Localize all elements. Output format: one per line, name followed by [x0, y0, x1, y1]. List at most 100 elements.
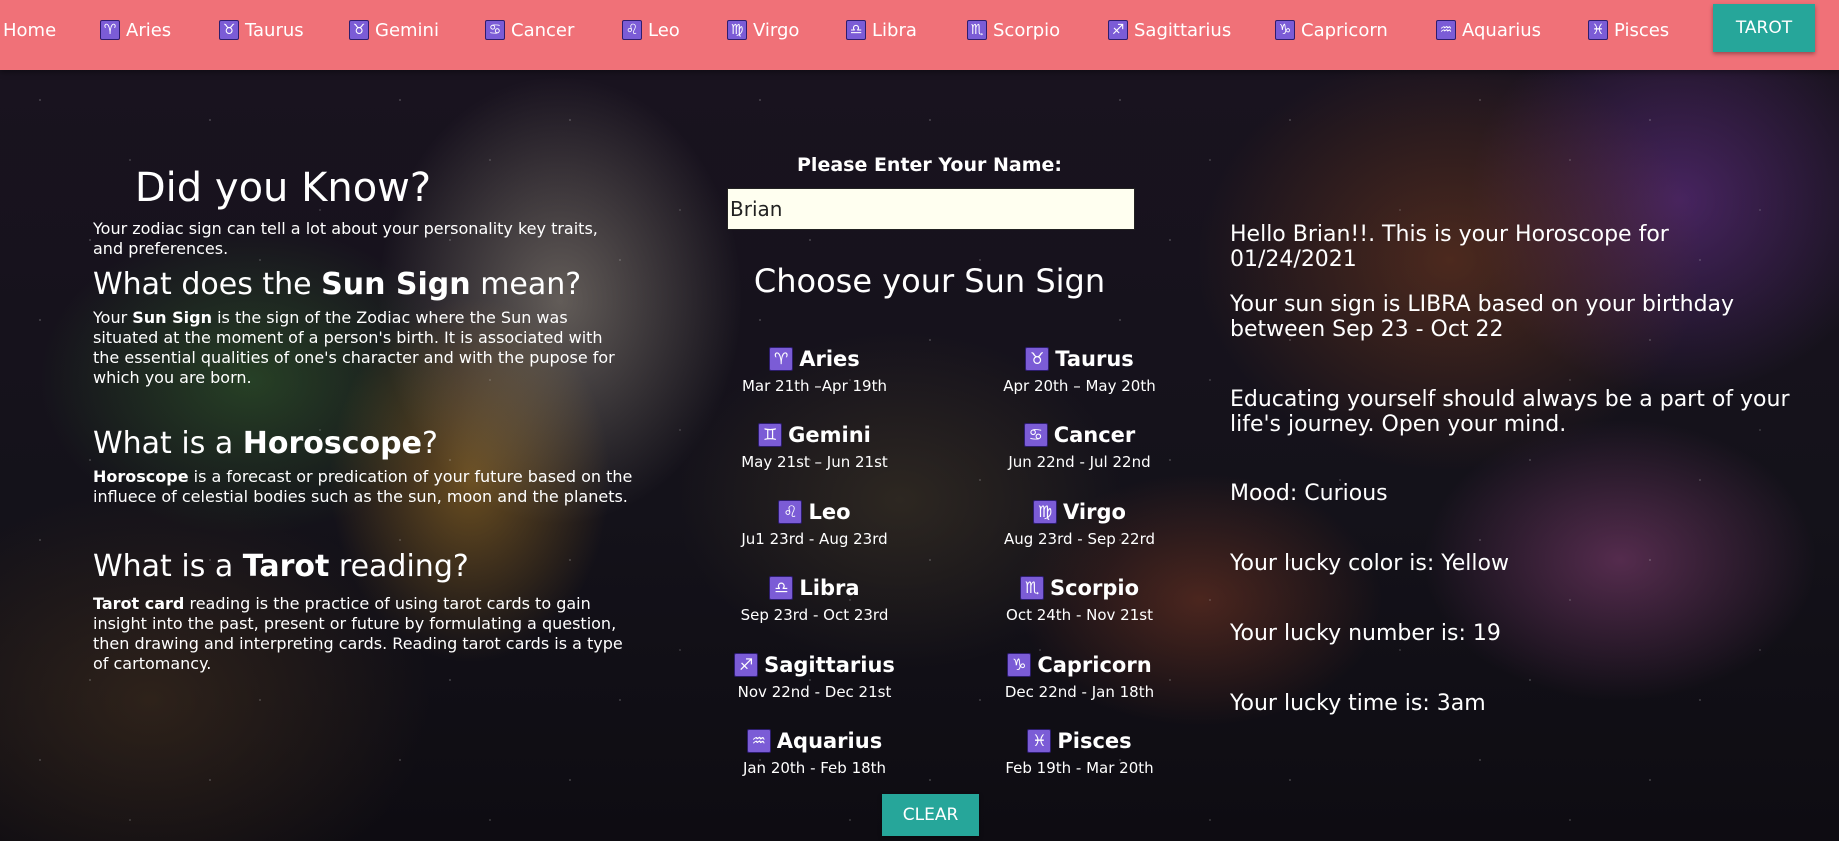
- para-text: Your: [93, 308, 133, 327]
- mood-text: Mood: Curious: [1230, 481, 1388, 506]
- sign-dates: Feb 19th - Mar 20th: [1005, 759, 1154, 777]
- nav-virgo-label: Virgo: [753, 19, 800, 41]
- capricorn-icon: ♑: [1275, 20, 1295, 40]
- sign-dates: Dec 22nd - Jan 18th: [1004, 683, 1155, 701]
- gemini-icon: ♉: [349, 20, 369, 40]
- sign-dates: Ju1 23rd - Aug 23rd: [741, 530, 888, 548]
- sagittarius-icon: ♐: [1108, 20, 1128, 40]
- nav-aries-link[interactable]: ♈ Aries: [100, 17, 171, 43]
- nav-aquarius-link[interactable]: ♒ Aquarius: [1436, 17, 1541, 43]
- sign-dates: Jun 22nd - Jul 22nd: [1008, 453, 1151, 471]
- nav-scorpio-link[interactable]: ♏ Scorpio: [967, 17, 1060, 43]
- nav-virgo-link[interactable]: ♍ Virgo: [727, 17, 799, 43]
- nav-scorpio-label: Scorpio: [993, 19, 1061, 41]
- sign-dates: Jan 20th - Feb 18th: [742, 759, 887, 777]
- tarot-heading: What is a Tarot reading?: [93, 549, 633, 584]
- sun-sign-heading: What does the Sun Sign mean?: [93, 267, 633, 302]
- sign-name: Scorpio: [1049, 576, 1139, 600]
- nav-capricorn-link[interactable]: ♑ Capricorn: [1275, 17, 1388, 43]
- para-bold: Tarot card: [93, 594, 185, 613]
- scorpio-icon: ♏: [967, 20, 987, 40]
- sign-pisces[interactable]: ♓ Pisces Feb 19th - Mar 20th: [962, 726, 1197, 777]
- greeting-text: Hello Brian!!. This is your Horoscope fo…: [1230, 222, 1669, 272]
- gemini-icon: ♊: [758, 423, 783, 447]
- horoscope-heading: What is a Horoscope?: [93, 426, 633, 461]
- nav-cancer-link[interactable]: ♋ Cancer: [485, 17, 574, 43]
- sign-scorpio[interactable]: ♏ Scorpio Oct 24th - Nov 21st: [962, 573, 1197, 624]
- pisces-icon: ♓: [1588, 20, 1608, 40]
- nav-home-label: Home: [3, 19, 57, 41]
- taurus-icon: ♉: [1025, 347, 1050, 371]
- sign-name: Leo: [808, 500, 851, 524]
- sign-aquarius[interactable]: ♒ Aquarius Jan 20th - Feb 18th: [697, 726, 932, 777]
- nav-gemini-link[interactable]: ♉ Gemini: [349, 17, 439, 43]
- sign-name: Gemini: [788, 423, 871, 447]
- sign-name: Aries: [799, 347, 860, 371]
- lucky-number-text: Your lucky number is: 19: [1230, 621, 1501, 646]
- choose-sun-sign-title: Choose your Sun Sign: [753, 262, 1106, 300]
- sign-cancer[interactable]: ♋ Cancer Jun 22nd - Jul 22nd: [962, 420, 1197, 471]
- heading-text: mean?: [470, 267, 582, 302]
- info-intro: Your zodiac sign can tell a lot about yo…: [93, 219, 598, 258]
- name-label: Please Enter Your Name:: [797, 154, 1062, 176]
- sign-dates: Oct 24th - Nov 21st: [1006, 606, 1153, 624]
- nav-libra-label: Libra: [872, 19, 917, 41]
- aquarius-icon: ♒: [1436, 20, 1456, 40]
- sign-dates: Nov 22nd - Dec 21st: [737, 683, 892, 701]
- nav-capricorn-label: Capricorn: [1301, 19, 1388, 41]
- sun-sign-text: Your Sun Sign is the sign of the Zodiac …: [93, 308, 633, 388]
- para-bold: Horoscope: [93, 467, 189, 486]
- virgo-icon: ♍: [727, 20, 747, 40]
- pisces-icon: ♓: [1027, 729, 1052, 753]
- heading-text: ?: [421, 426, 438, 461]
- nav-cancer-label: Cancer: [511, 19, 575, 41]
- nav-taurus-label: Taurus: [245, 19, 304, 41]
- sign-name: Taurus: [1055, 347, 1134, 371]
- sign-capricorn[interactable]: ♑ Capricorn Dec 22nd - Jan 18th: [962, 650, 1197, 701]
- nav-sagittarius-link[interactable]: ♐ Sagittarius: [1108, 17, 1231, 43]
- sign-taurus[interactable]: ♉ Taurus Apr 20th – May 20th: [962, 344, 1197, 395]
- taurus-icon: ♉: [219, 20, 239, 40]
- message-text: Educating yourself should always be a pa…: [1230, 387, 1790, 437]
- did-you-know-title: Did you Know?: [134, 165, 432, 211]
- info-column: Did you Know? Your zodiac sign can tell …: [93, 165, 633, 674]
- sign-aries[interactable]: ♈ Aries Mar 21th –Apr 19th: [697, 344, 932, 395]
- heading-text: What is a: [93, 549, 243, 584]
- libra-icon: ♎: [846, 20, 866, 40]
- libra-icon: ♎: [769, 576, 794, 600]
- cancer-icon: ♋: [485, 20, 505, 40]
- top-navbar: Home ♈ Aries ♉ Taurus ♉ Gemini ♋ Cancer ♌ Leo…: [0, 0, 1839, 70]
- nav-gemini-label: Gemini: [375, 19, 439, 41]
- sign-libra[interactable]: ♎ Libra Sep 23rd - Oct 23rd: [697, 573, 932, 624]
- lucky-time-text: Your lucky time is: 3am: [1230, 691, 1486, 716]
- sign-dates: Sep 23rd - Oct 23rd: [740, 606, 889, 624]
- nav-pisces-link[interactable]: ♓ Pisces: [1588, 17, 1669, 43]
- horoscope-text: Horoscope is a forecast or predication o…: [93, 467, 633, 507]
- heading-text: What does the: [93, 267, 322, 302]
- tarot-button[interactable]: TAROT: [1713, 4, 1815, 52]
- sign-dates: May 21st – Jun 21st: [741, 453, 888, 471]
- name-input[interactable]: [727, 188, 1135, 230]
- nav-libra-link[interactable]: ♎ Libra: [846, 17, 917, 43]
- lucky-color-text: Your lucky color is: Yellow: [1230, 551, 1509, 576]
- sign-dates: Aug 23rd - Sep 22rd: [1003, 530, 1156, 548]
- heading-text: What is a: [93, 426, 243, 461]
- sign-sagittarius[interactable]: ♐ Sagittarius Nov 22nd - Dec 21st: [697, 650, 932, 701]
- nav-leo-label: Leo: [648, 19, 680, 41]
- capricorn-icon: ♑: [1007, 653, 1032, 677]
- sagittarius-icon: ♐: [734, 653, 759, 677]
- sign-gemini[interactable]: ♊ Gemini May 21st – Jun 21st: [697, 420, 932, 471]
- heading-bold: Sun Sign: [321, 267, 471, 302]
- sign-virgo[interactable]: ♍ Virgo Aug 23rd - Sep 22rd: [962, 497, 1197, 548]
- nav-home-link[interactable]: Home: [3, 17, 56, 43]
- sign-name: Sagittarius: [764, 653, 895, 677]
- aquarius-icon: ♒: [746, 729, 771, 753]
- leo-icon: ♌: [622, 20, 642, 40]
- clear-button[interactable]: CLEAR: [882, 794, 979, 836]
- leo-icon: ♌: [778, 500, 803, 524]
- nav-leo-link[interactable]: ♌ Leo: [622, 17, 680, 43]
- nav-sagittarius-label: Sagittarius: [1134, 19, 1232, 41]
- sign-leo[interactable]: ♌ Leo Ju1 23rd - Aug 23rd: [697, 497, 932, 548]
- nav-taurus-link[interactable]: ♉ Taurus: [219, 17, 304, 43]
- sign-name: Cancer: [1053, 423, 1136, 447]
